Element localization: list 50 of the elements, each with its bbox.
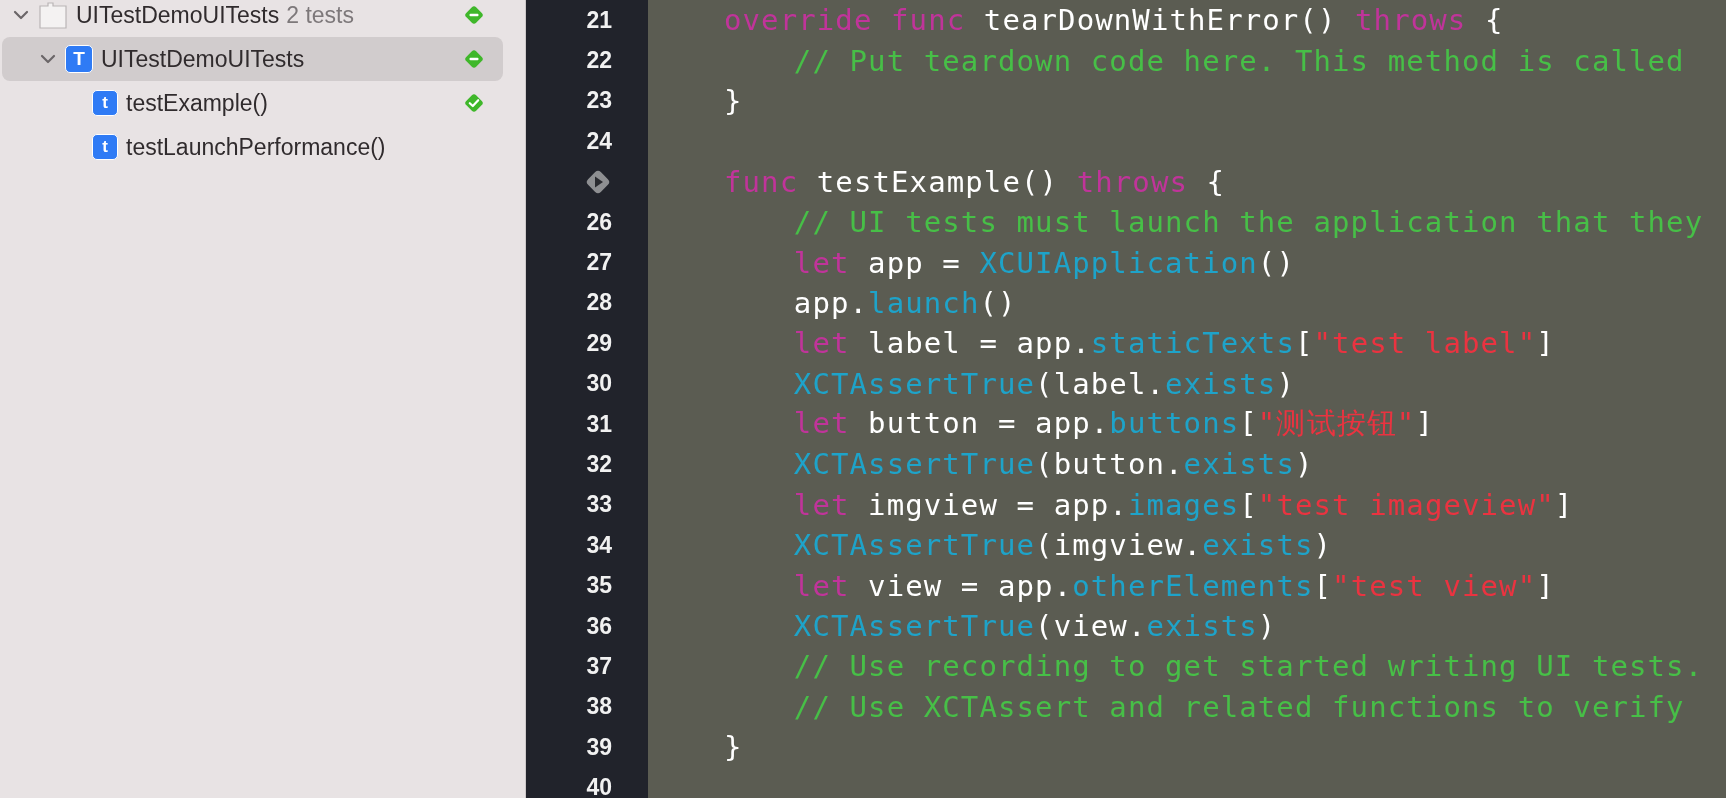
line-number: 31: [586, 410, 612, 438]
line-number: 32: [586, 451, 612, 478]
line-number: 34: [586, 531, 612, 559]
code-line: XCTAssertTrue(view.exists): [792, 609, 1277, 644]
line-number: 30: [586, 370, 612, 398]
line-number: 24: [586, 127, 612, 155]
code-line: XCTAssertTrue(label.exists): [792, 366, 1295, 401]
test-count: 2 tests: [286, 1, 354, 29]
line-number: 27: [586, 249, 612, 277]
code-line: XCTAssertTrue(button.exists): [792, 447, 1314, 482]
test-method-icon: t: [92, 90, 118, 116]
navigator-row[interactable]: t testExample(): [2, 81, 503, 125]
line-number: 23: [586, 87, 612, 115]
line-number: 28: [586, 289, 612, 317]
code-line: }: [724, 730, 743, 765]
code-line: }: [724, 83, 743, 118]
line-number: 36: [586, 612, 612, 640]
code-line: XCTAssertTrue(imgview.exists): [792, 528, 1333, 563]
test-method-icon: t: [92, 134, 118, 160]
code-line: // UI tests must launch the application that they: [792, 205, 1704, 240]
test-name: testLaunchPerformance(): [126, 133, 386, 161]
code-line: let button = app.buttons["测试按钮"]: [792, 405, 1434, 443]
navigator-row[interactable]: UITestDemoUITests 2 tests: [2, 0, 503, 37]
line-number: 26: [586, 208, 612, 236]
navigator-row[interactable]: t testLaunchPerformance(): [2, 125, 503, 169]
test-name: UITestDemoUITests: [101, 45, 305, 73]
code-line: let view = app.otherElements["test view"]: [792, 568, 1555, 603]
code-line: // Use recording to get started writing UI tests.: [792, 649, 1704, 684]
bundle-icon: [38, 0, 68, 30]
line-number: 35: [586, 572, 612, 600]
code-line: func testExample() throws {: [724, 164, 1226, 199]
code-line: let app = XCUIApplication(): [792, 245, 1295, 280]
line-number: 38: [586, 693, 612, 721]
test-name: UITestDemoUITests: [76, 1, 280, 29]
code-line: // Put teardown code here. This method is called: [792, 43, 1685, 78]
line-number: 22: [586, 47, 612, 75]
code-line: // Use XCTAssert and related functions to verify: [792, 689, 1685, 724]
line-number: 37: [586, 652, 612, 680]
line-number: 29: [586, 329, 612, 357]
code-line: app.launch(): [792, 285, 1017, 320]
test-class-icon: T: [65, 45, 93, 73]
test-name: testExample(): [126, 89, 268, 117]
line-number: 33: [586, 491, 612, 519]
line-number: 21: [586, 6, 612, 34]
code-line: let label = app.staticTexts["test label"]: [792, 326, 1555, 361]
code-line: let imgview = app.images["test imageview"]: [792, 487, 1574, 522]
navigator-row[interactable]: T UITestDemoUITests: [2, 37, 503, 81]
code-line: override func tearDownWithError() throws {: [724, 3, 1504, 38]
line-number: 39: [586, 733, 612, 761]
line-number: 40: [586, 774, 612, 798]
